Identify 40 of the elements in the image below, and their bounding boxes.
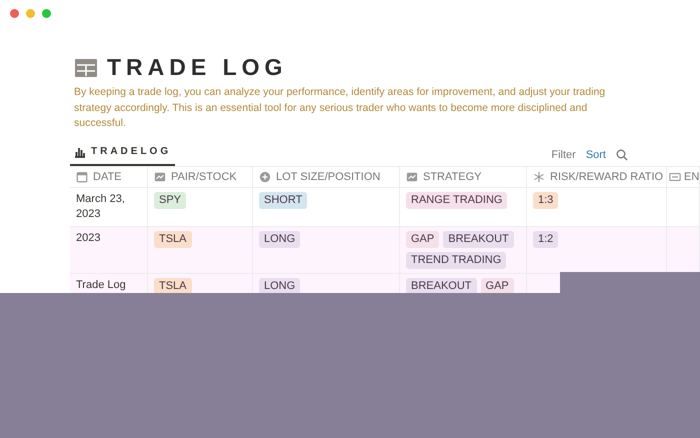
chart-lines-icon (154, 170, 166, 182)
asterisk-icon (533, 170, 545, 182)
minimize-button[interactable] (26, 9, 35, 18)
tag: LONG (259, 278, 300, 294)
date-cell: Trade Log (76, 278, 126, 292)
tag: SPY (154, 192, 186, 208)
tag: TSLA (154, 230, 192, 248)
tag: TSLA (154, 278, 192, 294)
chart-lines-icon (406, 170, 418, 182)
column-header[interactable]: DATE (70, 166, 148, 186)
tag: BREAKOUT (406, 278, 477, 294)
description: By keeping a trade log, you can analyze your performance, identify areas for improvement, and adjust your trading strategy accordingly. This is an essential tool for any serious trader who wants to become more disciplined and successful. (74, 85, 606, 131)
column-header[interactable]: PAIR/STOCK (148, 166, 253, 186)
tag: TREND TRADING (406, 252, 506, 268)
tag: RANGE TRADING (406, 192, 508, 208)
plus-circle-icon (259, 170, 271, 182)
zoom-button[interactable] (42, 9, 51, 18)
tag: GAP (406, 230, 440, 248)
tag: 1:2 (533, 230, 558, 248)
close-button[interactable] (10, 9, 19, 18)
view-tab[interactable]: TRADELOG (70, 144, 176, 166)
column-header[interactable]: STRATEGY (400, 166, 527, 186)
text-lines-icon (669, 170, 681, 182)
filter-button[interactable]: Filter (551, 148, 576, 160)
page-title: TRADE LOG (107, 54, 288, 81)
calendar-icon (76, 170, 88, 182)
bar-chart-icon (74, 146, 86, 158)
tag: SHORT (259, 192, 308, 208)
tag: 1:3 (533, 192, 558, 208)
date-cell: 2023 (76, 230, 100, 246)
column-header[interactable]: LOT SIZE/POSITION (253, 166, 400, 186)
tag: LONG (259, 230, 300, 248)
column-header[interactable]: EN (667, 166, 700, 186)
date-cell-text: March 23, 2023 (76, 192, 126, 222)
column-header[interactable]: RISK/REWARD RATIO (527, 166, 667, 186)
table-icon (75, 58, 97, 76)
tag: GAP (480, 278, 514, 294)
sort-button[interactable]: Sort (586, 148, 606, 160)
search-icon[interactable] (616, 148, 628, 160)
tag: BREAKOUT (443, 230, 514, 248)
